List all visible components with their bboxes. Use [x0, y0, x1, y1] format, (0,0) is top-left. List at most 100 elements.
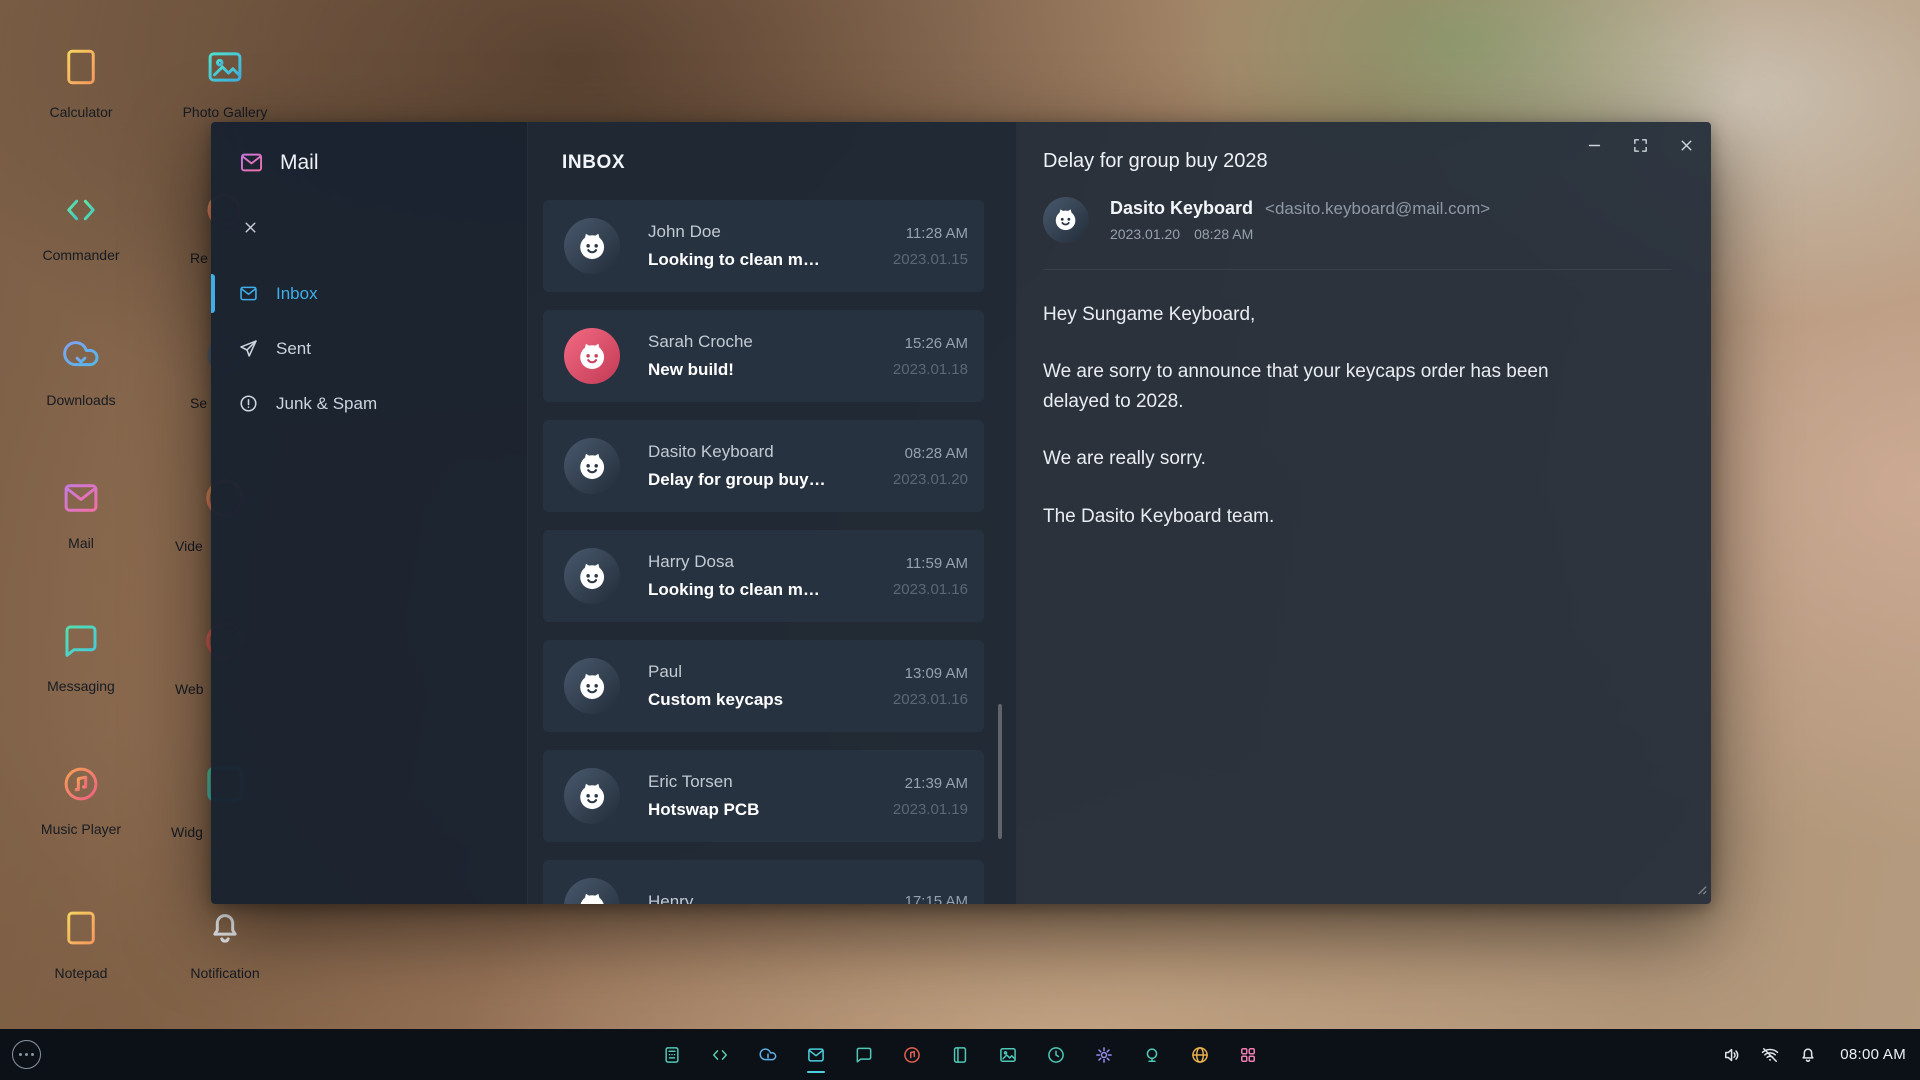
avatar [564, 658, 620, 714]
nav-item-junk-spam[interactable]: Junk & Spam [211, 376, 527, 431]
clock-time: 08:00 AM [1840, 1046, 1906, 1063]
maximize-button[interactable] [1630, 135, 1650, 155]
music-icon[interactable] [902, 1045, 922, 1065]
sender-row: Dasito Keyboard<dasito.keyboard@mail.com… [1043, 197, 1671, 243]
sender-avatar [1043, 197, 1089, 243]
avatar [564, 548, 620, 604]
notepad-icon[interactable] [950, 1045, 970, 1065]
bell-icon[interactable] [1798, 1045, 1818, 1065]
menu-button[interactable] [12, 1040, 41, 1069]
email-list: John Doe Looking to clean m… 11:28 AM 20… [543, 200, 1016, 904]
app-grid-icon[interactable] [1238, 1045, 1258, 1065]
email-body: Hey Sungame Keyboard, We are sorry to an… [1043, 300, 1563, 531]
body-paragraph: Hey Sungame Keyboard, [1043, 300, 1563, 329]
sent-date: 2023.01.20 [1110, 226, 1180, 242]
desktop-icon-commander[interactable]: Commander [21, 189, 141, 263]
globe-icon[interactable] [1190, 1045, 1210, 1065]
mail-icon[interactable] [806, 1045, 826, 1065]
email-sender: Paul [648, 662, 893, 682]
desktop-icon-mail[interactable]: Mail [21, 477, 141, 551]
email-time: 17:15 AM [905, 893, 968, 904]
gallery-icon[interactable] [998, 1045, 1018, 1065]
network-off-icon[interactable] [1760, 1045, 1780, 1065]
email-subject: Delay for group buy… [648, 470, 893, 490]
body-paragraph: The Dasito Keyboard team. [1043, 502, 1563, 531]
close-button[interactable] [1676, 135, 1696, 155]
nav-item-inbox[interactable]: Inbox [211, 266, 527, 321]
taskbar-launcher [662, 1045, 1258, 1065]
avatar [564, 218, 620, 274]
sender-email: <dasito.keyboard@mail.com> [1265, 199, 1490, 218]
sidebar-close-button[interactable] [235, 212, 265, 242]
email-time: 21:39 AM [893, 775, 968, 792]
close-icon [242, 219, 259, 236]
desktop-icon-label: Calculator [49, 104, 112, 120]
settings-gear-icon[interactable] [1094, 1045, 1114, 1065]
email-subject: Looking to clean m… [648, 250, 893, 270]
code-icon[interactable] [710, 1045, 730, 1065]
email-list-pane: INBOX John Doe Looking to clean m… 11:28… [527, 122, 1017, 904]
mail-sidebar: Mail Inbox Sent Junk & Spam [211, 122, 527, 904]
desktop-icon-label: Re [165, 250, 208, 266]
desktop-icon-label: Mail [68, 535, 94, 551]
email-list-item[interactable]: John Doe Looking to clean m… 11:28 AM 20… [543, 200, 984, 292]
clock-icon[interactable] [1046, 1045, 1066, 1065]
email-date: 2023.01.19 [893, 801, 968, 818]
desktop-icon-label: Music Player [41, 821, 121, 837]
desktop-icon-label: Notification [190, 965, 259, 981]
avatar [564, 328, 620, 384]
volume-icon[interactable] [1722, 1045, 1742, 1065]
desktop-icon-messaging[interactable]: Messaging [21, 620, 141, 694]
desktop-wallpaper: Calculator Commander Downloads Mail Mess… [0, 0, 1920, 1080]
email-list-item[interactable]: Henry 17:15 AM [543, 860, 984, 904]
chat-icon[interactable] [854, 1045, 874, 1065]
minimize-button[interactable] [1584, 135, 1604, 155]
email-list-item[interactable]: Sarah Croche New build! 15:26 AM 2023.01… [543, 310, 984, 402]
bell-icon [204, 907, 246, 949]
avatar [564, 438, 620, 494]
mailbox-nav: Inbox Sent Junk & Spam [211, 266, 527, 431]
body-paragraph: We are sorry to announce that your keyca… [1043, 357, 1563, 416]
desktop-icon-photo-gallery[interactable]: Photo Gallery [165, 46, 285, 120]
list-scrollbar[interactable] [998, 704, 1002, 839]
desktop-icon-label: Vide [165, 538, 203, 554]
resize-grip[interactable] [1693, 881, 1708, 901]
desktop-icon-label: Web [165, 681, 204, 697]
mail-app-header: Mail [211, 122, 527, 176]
camera-icon[interactable] [1142, 1045, 1162, 1065]
desktop-icon-label: Downloads [46, 392, 115, 408]
desktop-icon-label: Se [165, 395, 207, 411]
email-time: 11:28 AM [893, 225, 968, 242]
mail-window: Mail Inbox Sent Junk & Spam [211, 122, 1711, 904]
email-list-item[interactable]: Paul Custom keycaps 13:09 AM 2023.01.16 [543, 640, 984, 732]
desktop-icon-label: Notepad [55, 965, 108, 981]
avatar [564, 878, 620, 904]
email-time: 11:59 AM [893, 555, 968, 572]
desktop-icon-calculator[interactable]: Calculator [21, 46, 141, 120]
desktop-icon-notepad[interactable]: Notepad [21, 907, 141, 981]
desktop-icon-label: Widg [165, 824, 203, 840]
inbox-icon [238, 283, 259, 304]
app-title: Mail [280, 151, 319, 175]
window-controls [1584, 135, 1696, 155]
minimize-icon [1586, 137, 1603, 154]
email-date: 2023.01.18 [893, 361, 968, 378]
desktop-icon-music-player[interactable]: Music Player [21, 763, 141, 837]
email-time: 08:28 AM [893, 445, 968, 462]
close-icon [1678, 137, 1695, 154]
maximize-icon [1632, 137, 1649, 154]
email-list-item[interactable]: Harry Dosa Looking to clean m… 11:59 AM … [543, 530, 984, 622]
desktop-icon-notification[interactable]: Notification [165, 907, 285, 981]
email-subject: Looking to clean m… [648, 580, 893, 600]
nav-item-label: Sent [276, 339, 311, 359]
notepad-icon [60, 907, 102, 949]
cloud-download-icon[interactable] [758, 1045, 778, 1065]
email-list-item[interactable]: Eric Torsen Hotswap PCB 21:39 AM 2023.01… [543, 750, 984, 842]
calculator-icon[interactable] [662, 1045, 682, 1065]
divider [1043, 269, 1671, 270]
email-subject: Hotswap PCB [648, 800, 893, 820]
nav-item-sent[interactable]: Sent [211, 321, 527, 376]
desktop-icon-downloads[interactable]: Downloads [21, 334, 141, 408]
email-list-item[interactable]: Dasito Keyboard Delay for group buy… 08:… [543, 420, 984, 512]
calculator-icon [60, 46, 102, 88]
